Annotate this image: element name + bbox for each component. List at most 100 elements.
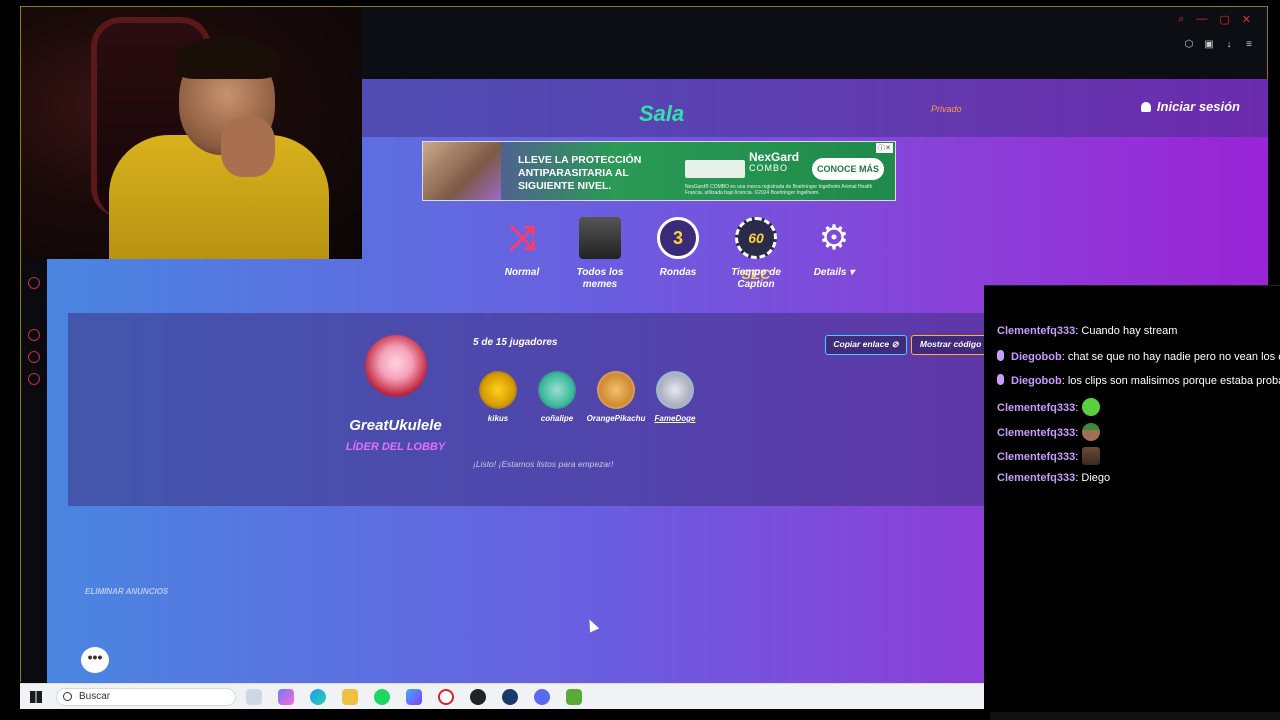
leader-name: GreatUkulele: [349, 417, 442, 434]
steam-icon[interactable]: [502, 689, 518, 705]
chat-text: : Cuando hay stream: [1075, 325, 1178, 337]
leader-avatar: [365, 335, 427, 397]
chat-user: Diegobob: [1011, 351, 1062, 363]
discord-icon[interactable]: [534, 689, 550, 705]
edge-icon[interactable]: [310, 689, 326, 705]
shuffle-icon: ⤨: [508, 219, 536, 257]
search-placeholder: Buscar: [79, 691, 111, 702]
chat-message: Clementefq333: Diego: [997, 472, 1110, 484]
extensions-icon[interactable]: ⬡: [1183, 39, 1195, 51]
ad-cta-button[interactable]: CONOCE MÁS: [812, 158, 884, 180]
product-image: [685, 160, 745, 178]
ad-headline: LLEVE LA PROTECCIÓN ANTIPARASITARIA AL S…: [518, 154, 642, 192]
mouse-cursor-icon: [584, 617, 600, 633]
ready-status: ¡Listo! ¡Estamos listos para empezar!: [473, 459, 614, 469]
streamer-hand: [221, 117, 275, 177]
setting-label: Todos los memes: [576, 267, 624, 290]
player-name: OrangePikachu: [586, 414, 646, 423]
setting-label: Normal: [504, 267, 540, 278]
history-icon[interactable]: [28, 329, 40, 341]
download-icon[interactable]: ↓: [1223, 39, 1235, 51]
setting-label: Tiempo de Caption: [731, 267, 781, 290]
settings-icon[interactable]: [28, 373, 40, 385]
remove-ads-link[interactable]: ELIMINAR ANUNCIOS: [85, 587, 168, 596]
setting-label: Rondas: [659, 267, 697, 278]
player-item[interactable]: OrangePikachu: [586, 371, 646, 423]
chat-text: :: [1075, 451, 1079, 463]
player-item[interactable]: coñalipe: [527, 371, 587, 423]
setting-caption-time[interactable]: 60 SEC Tiempo de Caption: [716, 217, 796, 291]
sidebar-icon[interactable]: [28, 277, 40, 289]
setting-mode[interactable]: ⤨ Normal: [482, 217, 562, 279]
task-view-icon[interactable]: [246, 689, 262, 705]
setting-rounds[interactable]: 3 Rondas: [638, 217, 718, 279]
chat-message: Clementefq333: Cuando hay stream: [997, 325, 1177, 337]
setting-meme-pack[interactable]: Todos los memes: [560, 217, 640, 291]
copy-link-button[interactable]: Copiar enlace ⊘: [825, 335, 907, 355]
copy-link-label: Copiar enlace: [833, 339, 890, 349]
minecraft-icon[interactable]: [566, 689, 582, 705]
lock-icon[interactable]: ▣: [1203, 39, 1215, 51]
spotify-icon[interactable]: [374, 689, 390, 705]
ad-close-icon[interactable]: ⓘ✕: [876, 143, 893, 153]
player-name: kikus: [487, 414, 509, 423]
ad-brand-sub: COMBO: [749, 163, 789, 173]
ad-fineprint: NexGard® COMBO es una marca registrada d…: [685, 184, 873, 196]
menu-icon[interactable]: ≡: [1243, 39, 1255, 51]
player-avatar: [656, 371, 694, 409]
chat-message: Clementefq333:: [997, 447, 1101, 465]
page-title: Sala: [639, 101, 685, 126]
chat-message: Clementefq333:: [997, 398, 1101, 416]
show-code-label: Mostrar código: [919, 339, 982, 349]
chat-user: Clementefq333: [997, 402, 1076, 414]
chat-text: :: [1075, 402, 1079, 414]
player-name: FameDoge: [654, 414, 696, 423]
login-button[interactable]: Iniciar sesión: [1140, 99, 1240, 114]
players-count: 5 de 15 jugadores: [473, 337, 558, 348]
player-avatar: [597, 371, 635, 409]
player-item[interactable]: FameDoge: [645, 371, 705, 423]
visual-studio-icon[interactable]: [406, 689, 422, 705]
details-label: Details: [813, 267, 847, 278]
hat-emote-icon: [1082, 423, 1101, 441]
chat-text: :: [1075, 427, 1079, 439]
ad-banner[interactable]: LLEVE LA PROTECCIÓN ANTIPARASITARIA AL S…: [422, 141, 896, 201]
green-face-emote-icon: [1082, 398, 1101, 416]
close-icon[interactable]: ✕: [1242, 13, 1251, 26]
windows-start-icon[interactable]: [30, 691, 42, 703]
chat-bubble-icon[interactable]: •••: [81, 647, 109, 673]
file-explorer-icon[interactable]: [342, 689, 358, 705]
windows-taskbar: Buscar: [20, 683, 984, 709]
setting-details[interactable]: ⚙ Details ▾: [794, 217, 874, 279]
login-label: Iniciar sesión: [1156, 99, 1240, 114]
mic-badge-icon: [997, 350, 1004, 361]
chat-user: Clementefq333: [997, 325, 1076, 337]
window-controls: ⌕ — ▢ ✕: [1178, 13, 1251, 26]
stream-chat: Clementefq333: Cuando hay stream Diegobo…: [984, 285, 1280, 720]
mic-badge-icon: [997, 374, 1004, 385]
player-name: coñalipe: [540, 414, 574, 423]
timer-icon: 60 SEC: [735, 217, 777, 282]
gear-icon: ⚙: [818, 219, 850, 257]
maximize-icon[interactable]: ▢: [1219, 13, 1229, 26]
taskbar-search[interactable]: Buscar: [56, 688, 236, 706]
search-icon: [63, 692, 72, 701]
minimize-icon[interactable]: —: [1196, 13, 1207, 26]
player-item[interactable]: kikus: [468, 371, 528, 423]
opera-icon[interactable]: [438, 689, 454, 705]
ad-brand-name: NexGard: [749, 150, 800, 164]
player-avatar: [479, 371, 517, 409]
privacy-toggle[interactable]: Privado: [931, 104, 962, 114]
search-icon[interactable]: ⌕: [1178, 13, 1184, 26]
meme-pack-icon: [579, 217, 621, 259]
streamer-hair: [175, 37, 279, 79]
ad-image: [423, 142, 501, 200]
obs-icon[interactable]: [470, 689, 486, 705]
rounds-icon: 3: [657, 217, 699, 259]
leader-role: LÍDER DEL LOBBY: [345, 441, 446, 453]
copilot-icon[interactable]: [278, 689, 294, 705]
screen: ⌕ — ▢ ✕ ⬡ ▣ ↓ ≡ Sala Privado Iniciar ses…: [0, 0, 1280, 720]
man-emote-icon: [1082, 447, 1101, 465]
wallet-icon[interactable]: [28, 351, 40, 363]
chat-text: : chat se que no hay nadie pero no vean …: [1061, 351, 1280, 363]
